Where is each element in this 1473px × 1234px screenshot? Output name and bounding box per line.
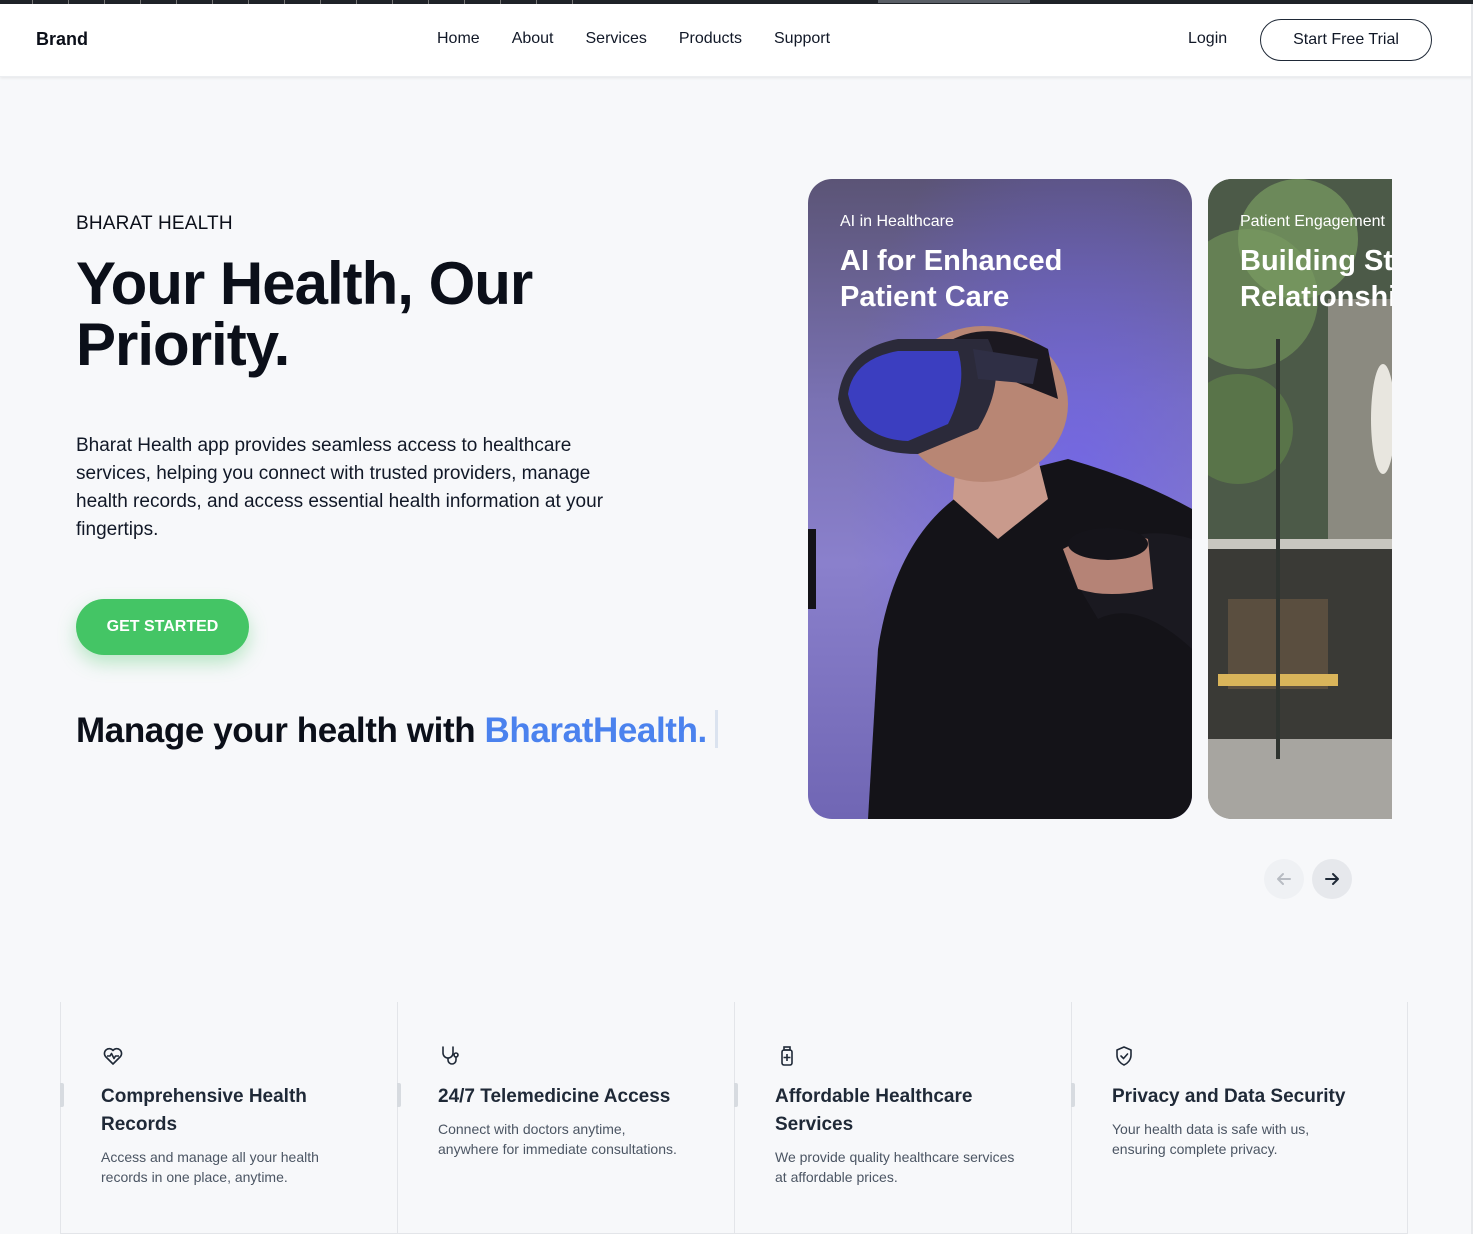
nav-about[interactable]: About [512, 30, 554, 48]
nav-services[interactable]: Services [586, 30, 647, 48]
hero-title: Your Health, Our Priority. [76, 250, 533, 378]
stethoscope-icon [442, 1046, 459, 1065]
arrow-left-icon [1277, 873, 1291, 885]
feature-text: Connect with doctors anytime, anywhere f… [438, 1121, 677, 1157]
feature-marker [397, 1083, 401, 1107]
feature-card: 24/7 Telemedicine Access Connect with do… [397, 1002, 734, 1234]
hero-description: Bharat Health app provides seamless acce… [76, 435, 604, 540]
card-title: Building Strong Patient Relationships [1240, 245, 1392, 313]
medicine-bottle-icon [781, 1046, 793, 1066]
hero-tagline: Manage your health with BharatHealth. [76, 710, 718, 751]
heart-pulse-icon [103, 1047, 123, 1065]
feature-card: Comprehensive Health Records Access and … [60, 1002, 397, 1234]
login-link[interactable]: Login [1188, 30, 1227, 48]
nav-products[interactable]: Products [679, 30, 742, 48]
tagline-brand: BharatHealth. [484, 711, 708, 750]
get-started-button[interactable]: GET STARTED [76, 599, 249, 655]
card-title: AI for Enhanced Patient Care [840, 245, 1063, 313]
typing-cursor [714, 710, 718, 748]
feature-title: Comprehensive Health Records [101, 1086, 307, 1135]
start-free-trial-button[interactable]: Start Free Trial [1260, 19, 1432, 61]
carousel-card[interactable]: Patient Engagement Building Strong Patie… [1208, 179, 1392, 819]
feature-marker [734, 1083, 738, 1107]
feature-card: Privacy and Data Security Your health da… [1071, 1002, 1408, 1234]
features-section: Comprehensive Health Records Access and … [60, 1002, 1408, 1234]
blog-carousel: AI in Healthcare AI for Enhanced Patient… [808, 179, 1392, 819]
hero-eyebrow: BHARAT HEALTH [76, 213, 233, 234]
nav-support[interactable]: Support [774, 30, 830, 48]
feature-card: Affordable Healthcare Services We provid… [734, 1002, 1071, 1234]
site-header: Brand Home About Services Products Suppo… [0, 4, 1473, 77]
carousel-next-button[interactable] [1312, 859, 1352, 899]
brand-logo[interactable]: Brand [36, 29, 88, 50]
feature-text: We provide quality healthcare services a… [775, 1149, 1015, 1185]
arrow-right-icon [1325, 873, 1339, 885]
feature-text: Your health data is safe with us, ensuri… [1112, 1121, 1310, 1157]
shield-check-icon [1116, 1046, 1132, 1066]
card-category: AI in Healthcare [840, 213, 954, 230]
main-nav: Home About Services Products Support [437, 30, 830, 48]
carousel-prev-button[interactable] [1264, 859, 1304, 899]
nav-home[interactable]: Home [437, 30, 480, 48]
feature-title: 24/7 Telemedicine Access [438, 1086, 671, 1107]
carousel-card[interactable]: AI in Healthcare AI for Enhanced Patient… [808, 179, 1192, 819]
feature-marker [60, 1083, 64, 1107]
feature-text: Access and manage all your health record… [101, 1149, 319, 1185]
feature-marker [1071, 1083, 1075, 1107]
tagline-prefix: Manage your health with [76, 711, 485, 750]
feature-title: Affordable Healthcare Services [775, 1086, 973, 1135]
card-category: Patient Engagement [1240, 213, 1385, 230]
feature-title: Privacy and Data Security [1112, 1086, 1346, 1107]
